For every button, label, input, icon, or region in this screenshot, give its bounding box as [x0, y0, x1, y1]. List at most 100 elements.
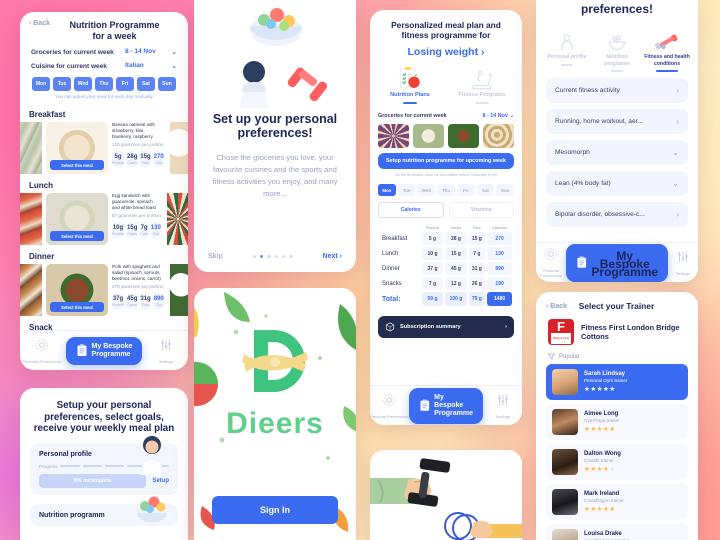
goal-selector[interactable]: Losing weight ›	[370, 46, 522, 58]
meal-thumbnail[interactable]: Select this meal	[46, 264, 108, 316]
tab-personal-preferences[interactable]: Personal Preferences	[22, 338, 62, 364]
day-chip[interactable]: Sat	[137, 77, 155, 91]
day-chip-active[interactable]: Mon	[378, 184, 396, 196]
filter-row[interactable]: Popular	[548, 353, 686, 360]
dot[interactable]	[274, 254, 279, 259]
tab-personal-profile[interactable]: Personal profile	[543, 30, 591, 72]
trainer-row[interactable]: Aimee Long Gym/Yoga trainer ★★★★★	[546, 404, 688, 440]
col-carbs: Carbs	[450, 226, 462, 230]
day-chip[interactable]: Wed	[74, 77, 92, 91]
meal-prev-thumb[interactable]	[20, 264, 42, 316]
meal-next-thumb[interactable]	[169, 122, 188, 174]
chevron-down-icon: ⌄	[672, 148, 679, 157]
preference-row-body-type[interactable]: Mesomorph ⌄	[546, 140, 688, 165]
meal-prev-thumb[interactable]	[20, 193, 42, 245]
dot[interactable]	[267, 254, 271, 259]
bottom-tabbar: Personal Preferences My Bespoke Programm…	[536, 242, 698, 282]
tab-settings[interactable]: Settings	[146, 338, 186, 364]
dot-active[interactable]	[259, 254, 264, 259]
trainer-name: Aimee Long	[584, 411, 619, 417]
trainer-row[interactable]: Louisa Drake Yoga/Pilates instructor ★★★…	[546, 524, 688, 540]
meal-thumbnail[interactable]	[448, 124, 479, 148]
tab-my-bespoke-programme[interactable]: My Bespoke Programme	[408, 387, 484, 424]
preference-row-body-fat[interactable]: Lean (4% body fat) ⌄	[546, 171, 688, 196]
back-button[interactable]: ‹ Back	[29, 20, 50, 27]
day-chip[interactable]: Mon	[32, 77, 50, 91]
macro-calories: 270 Cal	[153, 151, 164, 167]
select-meal-button[interactable]: Select this meal	[50, 302, 104, 312]
meal-thumbnail[interactable]	[378, 124, 409, 148]
meal-thumbnail[interactable]: Select this meal	[46, 122, 108, 174]
tab-fitness-programs[interactable]: Fitness Programs	[455, 66, 509, 104]
row-label: Mesomorph	[555, 149, 590, 156]
row-label: Bipolar disorder, obsessive-c...	[555, 211, 645, 218]
sliders-icon	[497, 394, 508, 405]
day-chip[interactable]: Sun	[158, 77, 176, 91]
toggle-calories[interactable]: Calories	[378, 202, 444, 218]
day-chip[interactable]: Fri	[116, 77, 134, 91]
day-chip[interactable]: Wed	[417, 184, 436, 196]
tab-my-bespoke-programme[interactable]: My Bespoke Programme	[565, 243, 669, 282]
day-chip[interactable]: Sat	[476, 184, 495, 196]
tab-settings[interactable]: Settings	[483, 393, 522, 419]
tab-nutrition-plans[interactable]: Nutrition Plans	[383, 66, 437, 104]
next-button[interactable]: Next ›	[323, 253, 342, 260]
trainer-row[interactable]: Mark Ireland Crossfit/gym trainer ★★★★★	[546, 484, 688, 520]
card-personal-profile[interactable]: Personal profile Progress 0% incomplete …	[30, 435, 178, 495]
card-nutrition-programm[interactable]: Nutrition programm	[30, 496, 178, 526]
meal-next-thumb[interactable]	[166, 193, 188, 245]
subscription-summary-button[interactable]: Subscription summary ›	[378, 316, 514, 338]
day-chip[interactable]: Thu	[437, 184, 455, 196]
nutrition-header: ‹ Back Nutrition Programme for a week Gr…	[20, 12, 188, 103]
day-chip[interactable]: Sun	[496, 184, 515, 196]
subscription-label: Subscription summary	[400, 324, 461, 330]
day-chip[interactable]: Fri	[456, 184, 475, 196]
day-selector[interactable]: Mon Tue Wed Thu Fri Sat Sun	[32, 77, 176, 91]
setup-nutrition-button[interactable]: Setup nutrition programme for upcoming w…	[378, 153, 514, 169]
day-chip[interactable]: Tue	[397, 184, 416, 196]
tab-nutrition-programm[interactable]: Nutrition programm	[593, 30, 641, 72]
meal-prev-thumb[interactable]	[20, 122, 42, 174]
progress-segment	[105, 465, 125, 467]
tab-my-bespoke-programme[interactable]: My Bespoke Programme	[65, 336, 143, 365]
cuisine-selector[interactable]: Cuisine for current week Italian ⌄	[31, 62, 177, 70]
tab-fitness-health[interactable]: Fitness and health conditions	[643, 30, 691, 72]
meal-thumbnail-strip	[378, 124, 514, 148]
dot[interactable]	[282, 254, 286, 259]
meal-thumbnail[interactable]: Select this meal	[46, 193, 108, 245]
dot[interactable]	[252, 254, 256, 259]
trainer-row-selected[interactable]: Sarah Lindsay Personal Gym trainer ★★★★★	[546, 364, 688, 400]
progress-segment	[82, 465, 103, 467]
tab-settings[interactable]: Settings	[668, 250, 698, 276]
groceries-week-selector[interactable]: Groceries for current week 8 - 14 Nov ⌄	[31, 48, 177, 56]
submission-note: All the timetable must be submitted befo…	[395, 172, 497, 177]
macro-protein: 10g Protein	[112, 222, 125, 238]
preference-row-activities[interactable]: Running, home workout, aer... ›	[546, 109, 688, 134]
day-selector[interactable]: Mon Tue Wed Thu Fri Sat Sun	[378, 184, 515, 196]
trainer-name: Louisa Drake	[584, 531, 622, 537]
tab-main-label-line1: My Bespoke	[91, 342, 133, 350]
groceries-week-selector[interactable]: Groceries for current week 8 - 14 Nov ⌄	[378, 113, 514, 119]
preference-row-fitness-activity[interactable]: Current fitness activity ›	[546, 78, 688, 103]
tab-personal-preferences[interactable]: Personal Preferences	[370, 393, 409, 419]
meal-thumbnail[interactable]	[483, 124, 514, 148]
select-meal-button[interactable]: Select this meal	[50, 160, 104, 170]
toggle-vitamins[interactable]: Vitamins	[448, 202, 514, 218]
clipboard-icon	[419, 399, 429, 411]
chevron-right-icon: ›	[676, 86, 679, 95]
tab-personal-preferences[interactable]: Personal Preferences	[536, 247, 566, 278]
back-button[interactable]: ‹ Back	[546, 303, 567, 310]
screen-workout-photo	[370, 450, 522, 540]
macro-list: 37g Protein 45g Carbs 31g Fats 890 Cal	[112, 293, 164, 309]
dot[interactable]	[289, 254, 293, 259]
meal-next-thumb[interactable]	[169, 264, 188, 316]
select-meal-button[interactable]: Select this meal	[50, 231, 104, 241]
day-chip[interactable]: Thu	[95, 77, 113, 91]
skip-button[interactable]: Skip	[208, 253, 223, 260]
preference-row-health-conditions[interactable]: Bipolar disorder, obsessive-c... ›	[546, 202, 688, 227]
meal-thumbnail[interactable]	[413, 124, 444, 148]
sign-in-button[interactable]: Sign In	[212, 496, 338, 524]
day-chip[interactable]: Tue	[53, 77, 71, 91]
trainer-row[interactable]: Dalton Wong Crossfit trainer ★★★★★	[546, 444, 688, 480]
cuisine-value: Italian	[125, 62, 144, 69]
